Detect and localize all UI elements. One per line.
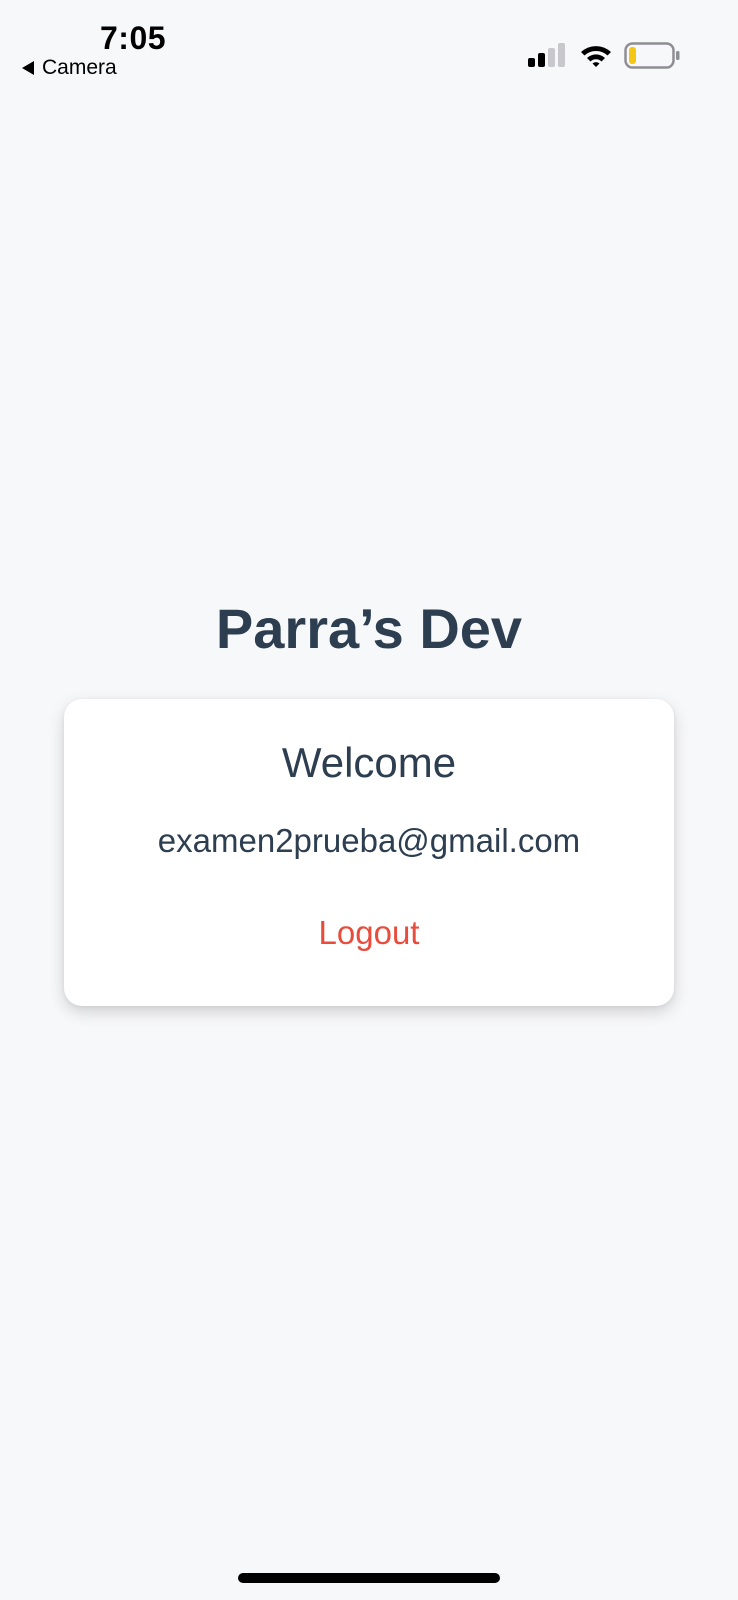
user-email: examen2prueba@gmail.com bbox=[157, 822, 581, 859]
home-indicator[interactable] bbox=[238, 1573, 500, 1583]
wifi-icon bbox=[581, 46, 611, 67]
app-title: Parra’s Dev bbox=[215, 597, 523, 660]
logout-button[interactable]: Logout bbox=[64, 914, 674, 952]
welcome-heading: Welcome bbox=[281, 739, 457, 786]
status-time: 7:05 bbox=[100, 20, 167, 56]
status-bar: 7:05 Camera bbox=[0, 0, 738, 100]
back-arrow-icon bbox=[22, 61, 34, 75]
back-link-label: Camera bbox=[42, 56, 117, 79]
welcome-card: Welcome examen2prueba@gmail.com Logout bbox=[64, 699, 674, 1006]
cellular-signal-icon bbox=[528, 43, 565, 67]
battery-icon bbox=[624, 42, 680, 69]
back-to-camera-link[interactable]: Camera bbox=[22, 56, 117, 80]
